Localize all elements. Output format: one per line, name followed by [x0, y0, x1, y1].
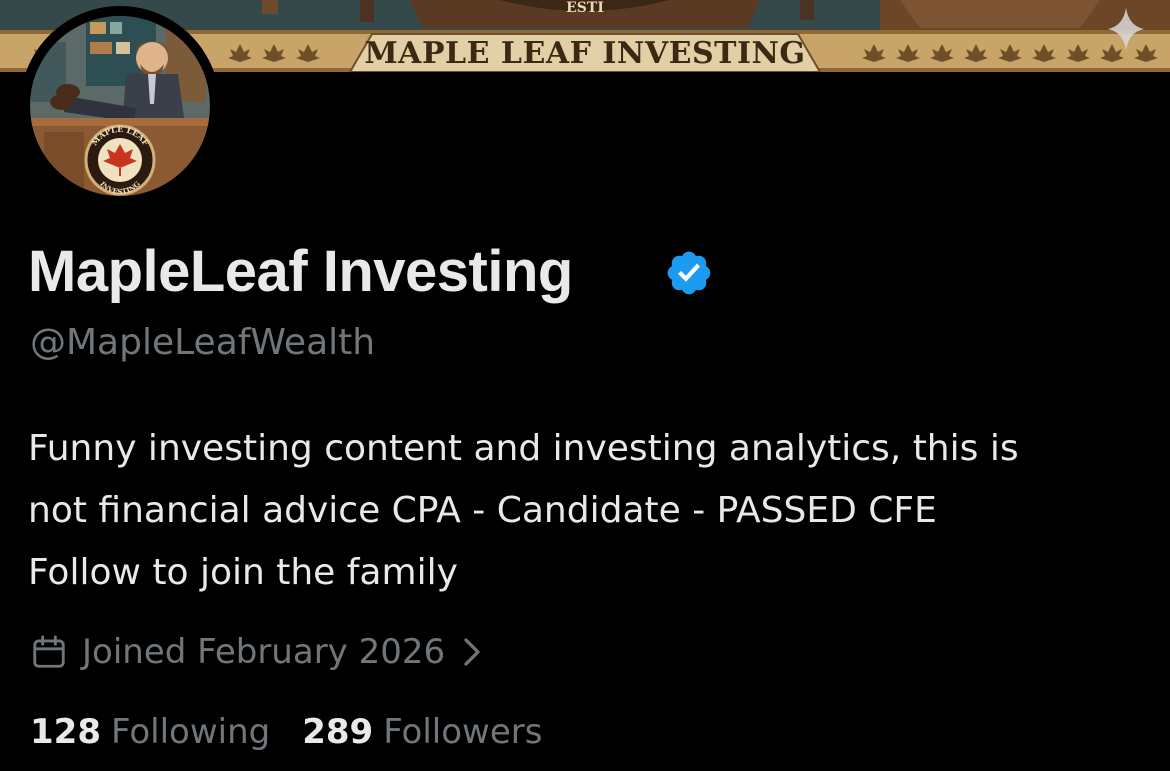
profile-bio: Funny investing content and investing an… — [28, 418, 1148, 604]
chevron-right-icon — [464, 638, 480, 666]
following-count: 128 — [30, 712, 101, 752]
avatar-image: MAPLE LEAF INVESTING — [30, 16, 210, 196]
joined-date-row[interactable]: Joined February 2026 — [30, 626, 483, 678]
avatar[interactable]: MAPLE LEAF INVESTING — [20, 6, 220, 206]
followers-label: Followers — [383, 712, 543, 752]
bio-line: Follow to join the family — [28, 552, 458, 593]
bio-line: not financial advice CPA - Candidate - P… — [28, 490, 937, 531]
follow-stats: 128 Following 289 Followers — [30, 712, 542, 752]
followers-link[interactable]: 289 Followers — [302, 712, 542, 752]
verified-badge-icon[interactable] — [664, 248, 714, 298]
followers-count: 289 — [302, 712, 374, 752]
display-name: MapleLeaf Investing — [28, 239, 573, 304]
joined-date: Joined February 2026 — [82, 632, 446, 672]
user-handle: @MapleLeafWealth — [30, 322, 376, 363]
following-label: Following — [110, 712, 271, 752]
bio-line: Funny investing content and investing an… — [28, 428, 1019, 469]
svg-text:ESTI: ESTI — [566, 0, 604, 16]
following-link[interactable]: 128 Following — [30, 712, 270, 752]
calendar-icon — [33, 635, 65, 668]
